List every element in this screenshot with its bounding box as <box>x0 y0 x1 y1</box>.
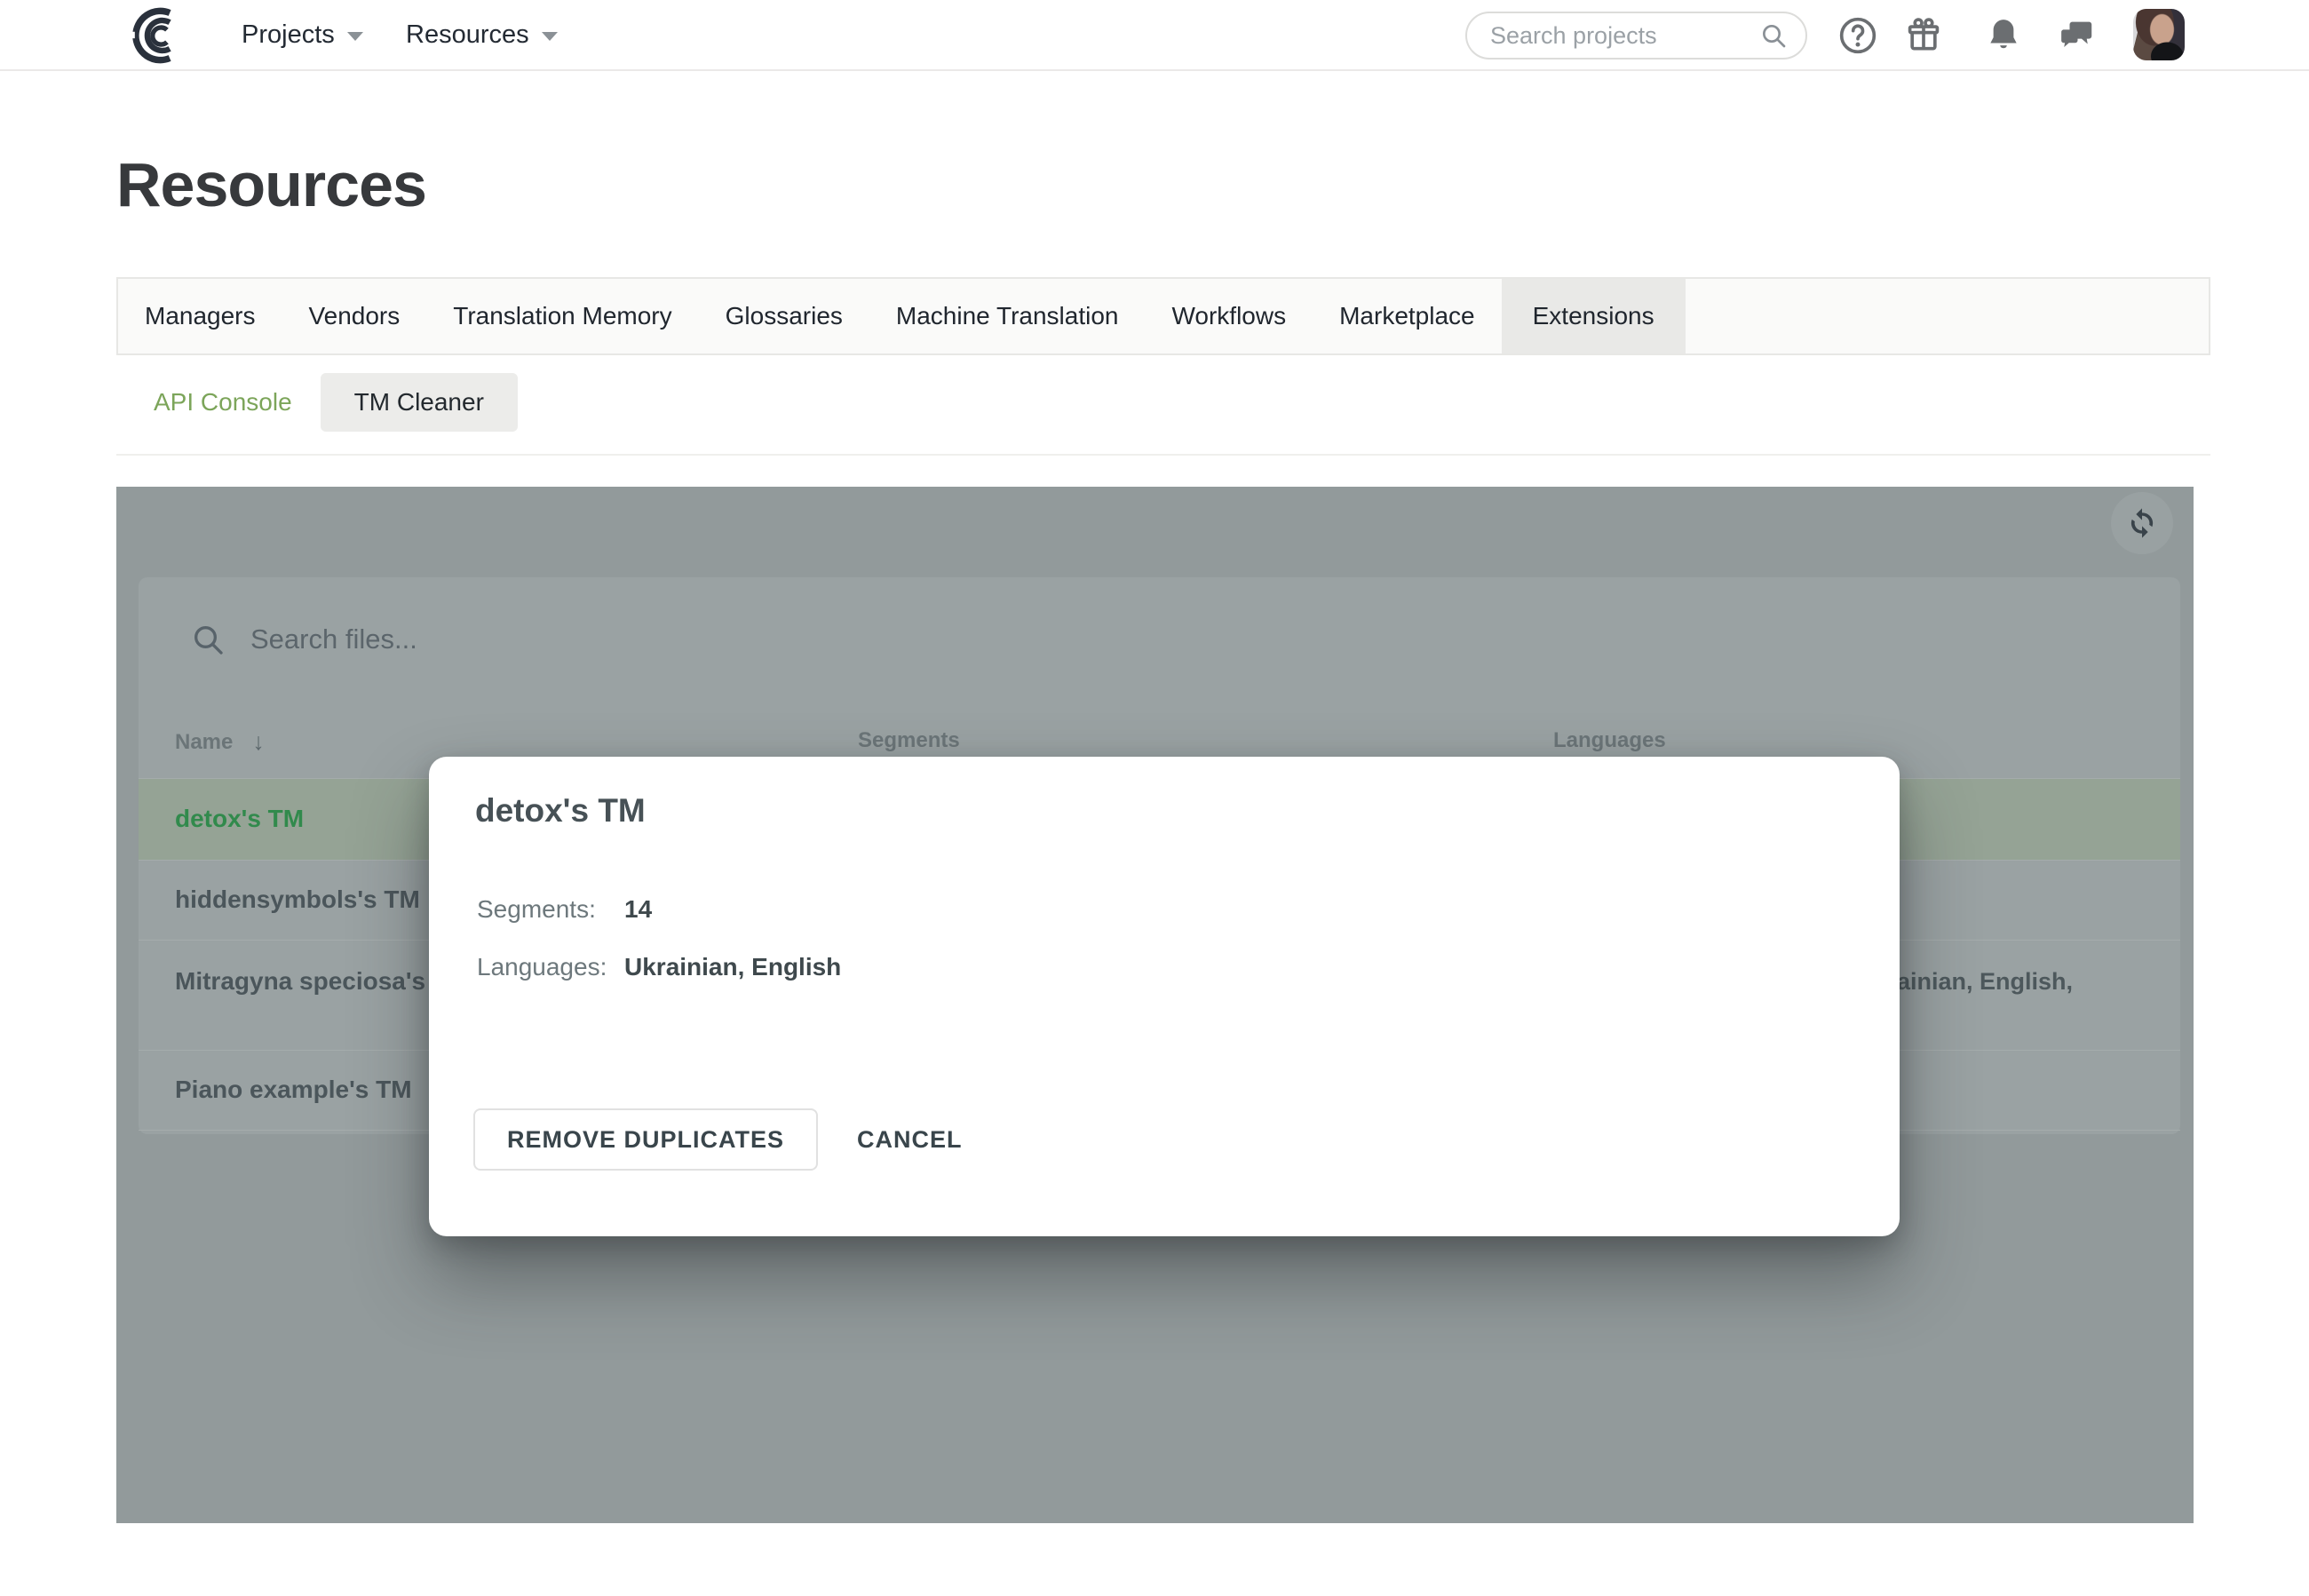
tab-machine-translation[interactable]: Machine Translation <box>869 279 1146 353</box>
files-search[interactable] <box>139 577 2180 702</box>
help-icon[interactable] <box>1838 16 1877 55</box>
segments-label: Segments: <box>477 895 596 923</box>
resources-tabbar: Managers Vendors Translation Memory Glos… <box>116 277 2210 355</box>
tab-glossaries[interactable]: Glossaries <box>699 279 869 353</box>
modal-actions: REMOVE DUPLICATES CANCEL <box>473 1108 980 1171</box>
tab-workflows[interactable]: Workflows <box>1145 279 1313 353</box>
chevron-down-icon <box>542 32 558 41</box>
page-title: Resources <box>116 149 426 220</box>
tm-name: Mitragyna speciosa's T <box>175 967 448 996</box>
refresh-button[interactable] <box>2111 492 2173 554</box>
search-icon <box>190 622 226 657</box>
tm-name: hiddensymbols's TM <box>175 885 420 914</box>
extensions-subtabs: API Console TM Cleaner <box>116 373 518 432</box>
languages-value: Ukrainian, English <box>624 953 841 981</box>
user-avatar[interactable] <box>2133 9 2185 60</box>
column-header-languages[interactable]: Languages <box>1553 728 1666 753</box>
tab-translation-memory[interactable]: Translation Memory <box>426 279 698 353</box>
column-header-segments[interactable]: Segments <box>858 728 960 753</box>
nav-menu-projects[interactable]: Projects <box>242 0 363 69</box>
nav-menu-resources[interactable]: Resources <box>406 0 558 69</box>
tm-name: Piano example's TM <box>175 1076 412 1104</box>
files-search-input[interactable] <box>250 623 2180 655</box>
chevron-down-icon <box>347 32 363 41</box>
bell-icon[interactable] <box>1984 15 2023 54</box>
remove-duplicates-button[interactable]: REMOVE DUPLICATES <box>473 1108 818 1171</box>
languages-label: Languages: <box>477 953 607 981</box>
cancel-button[interactable]: CANCEL <box>839 1126 980 1154</box>
tab-extensions[interactable]: Extensions <box>1502 279 1686 353</box>
languages-field: Languages: Ukrainian, English <box>477 953 607 981</box>
sort-desc-icon[interactable]: ↓ <box>252 728 265 756</box>
top-navbar: Projects Resources <box>0 0 2309 71</box>
logo-icon[interactable] <box>123 5 183 66</box>
segments-field: Segments: 14 <box>477 895 596 924</box>
search-icon[interactable] <box>1759 21 1788 50</box>
subtabs-divider <box>116 454 2210 456</box>
tm-name: detox's TM <box>175 805 304 833</box>
column-header-name[interactable]: Name ↓ <box>175 728 265 756</box>
gift-icon[interactable] <box>1904 16 1943 55</box>
subtab-tm-cleaner[interactable]: TM Cleaner <box>321 373 518 432</box>
tab-marketplace[interactable]: Marketplace <box>1313 279 1502 353</box>
projects-search[interactable] <box>1465 12 1807 60</box>
segments-value: 14 <box>624 895 652 924</box>
subtab-api-console[interactable]: API Console <box>116 373 315 432</box>
refresh-icon <box>2124 505 2160 541</box>
nav-menu-projects-label: Projects <box>242 20 335 50</box>
tab-managers[interactable]: Managers <box>118 279 282 353</box>
chat-icon[interactable] <box>2057 16 2096 55</box>
tm-details-modal: detox's TM Segments: 14 Languages: Ukrai… <box>429 757 1900 1236</box>
tab-vendors[interactable]: Vendors <box>282 279 427 353</box>
nav-menu-resources-label: Resources <box>406 20 529 50</box>
projects-search-input[interactable] <box>1467 22 1759 50</box>
modal-title: detox's TM <box>475 792 646 830</box>
